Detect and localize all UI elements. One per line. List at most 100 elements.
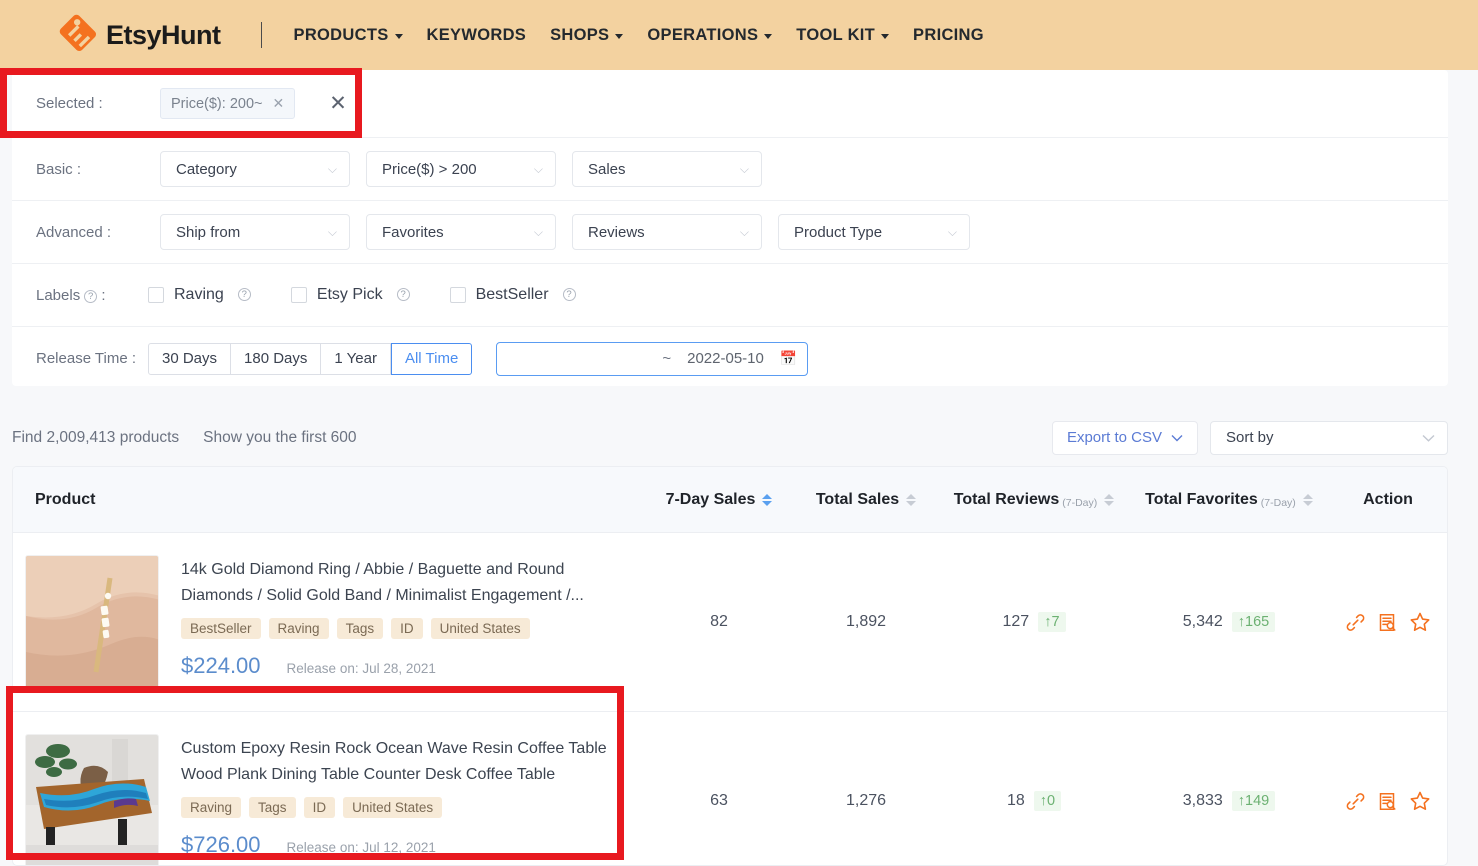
selected-filters-row: Selected : Price($): 200~ ✕ ✕ [12,70,1448,138]
tag-id: ID [391,618,423,639]
checkbox-raving-label: Raving [174,286,224,304]
nav-item-shops[interactable]: SHOPS [550,26,623,45]
product-price: $726.00 [181,832,261,858]
ship-from-dropdown[interactable]: Ship from ⌵ [160,214,350,250]
tag-id: ID [304,797,336,818]
star-icon[interactable] [1409,790,1431,812]
segment-180-days[interactable]: 180 Days [231,343,321,375]
checkbox-etsy-pick-label: Etsy Pick [317,286,383,304]
price-dropdown[interactable]: Price($) > 200 ⌵ [366,151,556,187]
cell-7-day-sales-value: 63 [710,792,728,810]
sort-toggle-icon[interactable] [762,494,772,506]
help-icon[interactable]: ? [238,288,251,301]
checkbox-bestseller[interactable]: BestSeller ? [450,286,576,304]
favorites-dropdown-value: Favorites [382,224,444,241]
star-icon[interactable] [1409,611,1431,633]
nav-item-keywords[interactable]: KEYWORDS [427,26,527,45]
segment-all-time-label: All Time [405,350,458,367]
checkbox-raving-box[interactable] [148,287,164,303]
ship-from-dropdown-value: Ship from [176,224,240,241]
help-icon[interactable]: ? [397,288,410,301]
favorites-dropdown[interactable]: Favorites ⌵ [366,214,556,250]
checkbox-raving[interactable]: Raving ? [148,286,251,304]
tag-raving: Raving [269,618,329,639]
product-tags: BestSeller Raving Tags ID United States [181,618,613,639]
chevron-down-icon: ⌵ [740,225,749,240]
product-info: 14k Gold Diamond Ring / Abbie / Baguette… [181,555,613,679]
checkbox-bestseller-label: BestSeller [476,286,549,304]
table-row: 14k Gold Diamond Ring / Abbie / Baguette… [13,533,1447,712]
segment-1-year[interactable]: 1 Year [321,343,391,375]
date-range-picker[interactable]: ~ 2022-05-10 📅 [496,342,808,376]
column-header-7-day-sales[interactable]: 7-Day Sales [645,491,793,509]
nav-item-products[interactable]: PRODUCTS [294,26,403,45]
nav-item-operations[interactable]: OPERATIONS [647,26,772,45]
product-title[interactable]: 14k Gold Diamond Ring / Abbie / Baguette… [181,557,613,609]
help-icon[interactable]: ? [563,288,576,301]
link-icon[interactable] [1345,612,1366,633]
chevron-down-icon [615,34,623,39]
product-type-dropdown[interactable]: Product Type ⌵ [778,214,970,250]
chevron-down-icon [1422,429,1435,446]
cell-total-sales-value: 1,892 [846,613,886,631]
product-release-date: Release on: Jul 12, 2021 [287,840,436,855]
cell-7-day-sales: 82 [645,613,793,631]
cell-total-sales-value: 1,276 [846,792,886,810]
column-header-total-sales[interactable]: Total Sales [793,491,939,509]
chevron-down-icon: ⌵ [534,162,543,177]
brand-logo[interactable]: EtsyHunt [58,13,221,57]
segment-30-days[interactable]: 30 Days [148,343,231,375]
calendar-icon[interactable]: 📅 [780,350,797,367]
cell-total-reviews: 127 ↑7 [939,612,1129,632]
chevron-down-icon [395,34,403,39]
sales-dropdown[interactable]: Sales ⌵ [572,151,762,187]
chevron-down-icon: ⌵ [948,225,957,240]
column-header-total-favorites[interactable]: Total Favorites (7-Day) [1129,491,1329,509]
cell-total-reviews-value: 18 [1007,792,1025,810]
checkbox-etsy-pick[interactable]: Etsy Pick ? [291,286,410,304]
tag-tags: Tags [337,618,384,639]
table-row: Custom Epoxy Resin Rock Ocean Wave Resin… [13,712,1447,866]
document-search-icon[interactable] [1377,791,1398,812]
column-header-total-reviews-sub: (7-Day) [1062,497,1097,509]
product-cell: Custom Epoxy Resin Rock Ocean Wave Resin… [13,712,645,866]
nav-items: PRODUCTS KEYWORDS SHOPS OPERATIONS TOOL … [294,26,984,45]
export-to-csv-button[interactable]: Export to CSV [1052,421,1198,455]
advanced-label: Advanced : [36,224,160,241]
tag-country: United States [431,618,530,639]
link-icon[interactable] [1345,791,1366,812]
selected-chip-price-label: Price($): 200~ [171,96,262,112]
segment-all-time[interactable]: All Time [391,343,472,375]
nav-divider [261,22,262,48]
help-icon[interactable]: ? [84,290,97,303]
product-type-dropdown-value: Product Type [794,224,882,241]
sort-toggle-icon[interactable] [1104,494,1114,506]
clear-all-filters-button[interactable]: ✕ [329,93,347,114]
selected-chip-price[interactable]: Price($): 200~ ✕ [160,88,295,119]
column-header-total-sales-label: Total Sales [816,491,899,509]
nav-item-pricing[interactable]: PRICING [913,26,984,45]
nav-item-pricing-label: PRICING [913,26,984,45]
document-search-icon[interactable] [1377,612,1398,633]
close-icon[interactable]: ✕ [272,95,284,112]
results-limit-text: Show you the first 600 [203,429,356,447]
category-dropdown[interactable]: Category ⌵ [160,151,350,187]
chevron-down-icon: ⌵ [328,162,337,177]
nav-item-products-label: PRODUCTS [294,26,389,45]
brand-name: EtsyHunt [106,20,221,51]
column-header-total-favorites-sub: (7-Day) [1261,497,1296,509]
sort-toggle-icon[interactable] [906,494,916,506]
product-thumbnail[interactable] [25,555,159,689]
sort-by-dropdown[interactable]: Sort by [1210,421,1448,455]
product-title[interactable]: Custom Epoxy Resin Rock Ocean Wave Resin… [181,736,613,788]
etsyhunt-tag-logo-icon [58,13,102,57]
nav-item-tool-kit[interactable]: TOOL KIT [796,26,889,45]
column-header-total-reviews[interactable]: Total Reviews (7-Day) [939,491,1129,509]
product-thumbnail[interactable] [25,734,159,866]
reviews-dropdown[interactable]: Reviews ⌵ [572,214,762,250]
sort-toggle-icon[interactable] [1303,494,1313,506]
cell-total-favorites-delta: ↑165 [1232,612,1275,632]
checkbox-etsy-pick-box[interactable] [291,287,307,303]
cell-7-day-sales: 63 [645,792,793,810]
checkbox-bestseller-box[interactable] [450,287,466,303]
